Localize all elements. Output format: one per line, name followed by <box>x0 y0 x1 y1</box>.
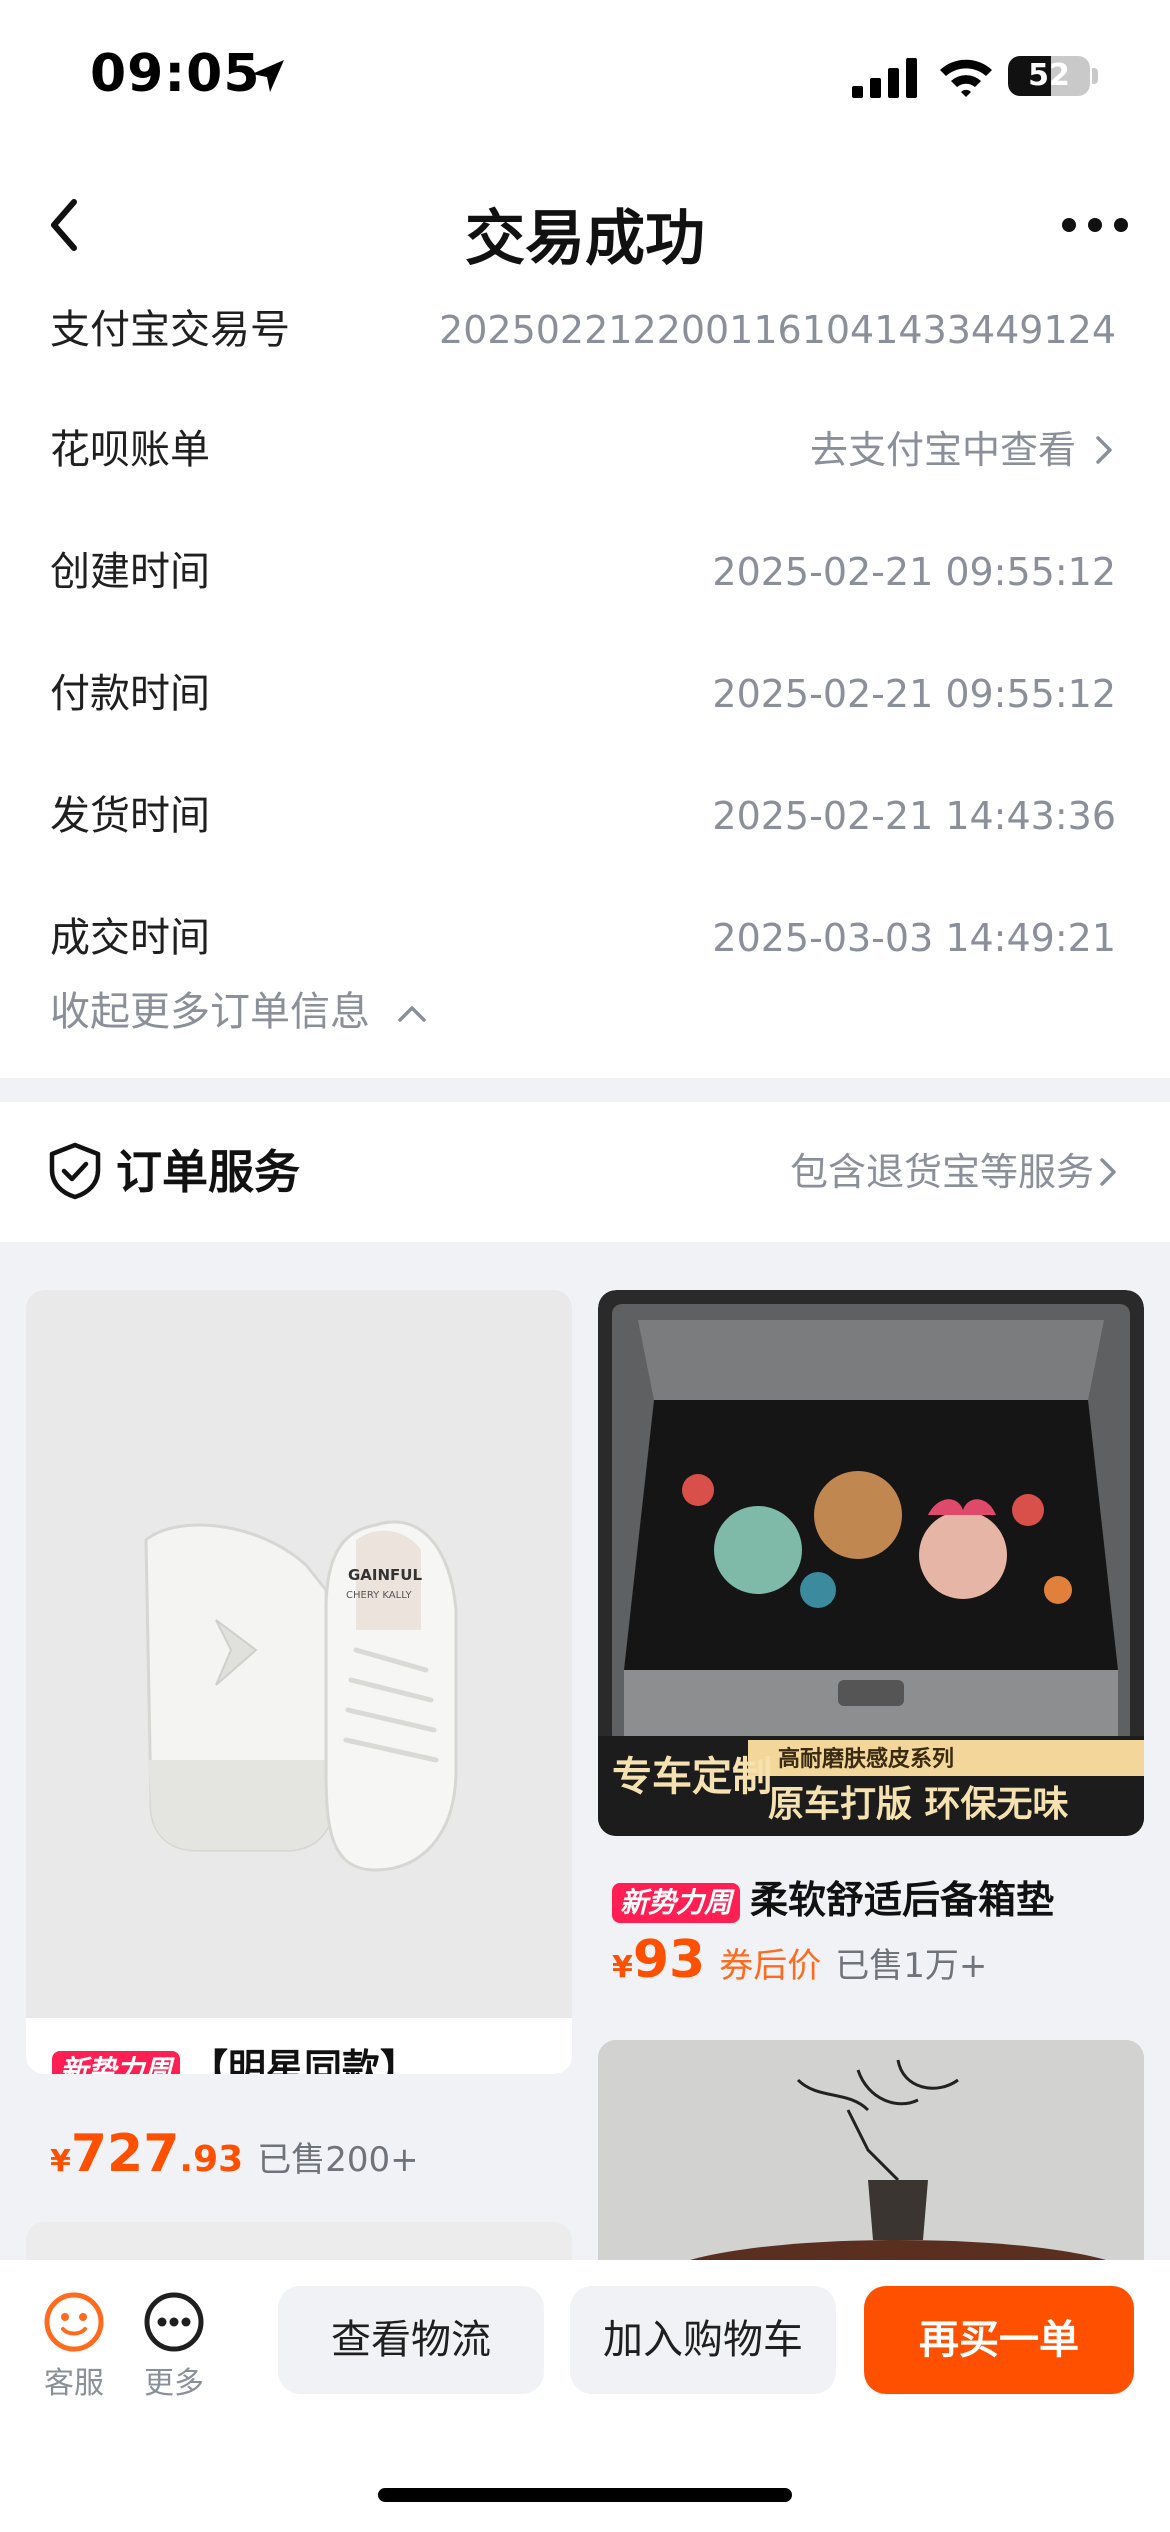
home-indicator[interactable] <box>378 2488 792 2502</box>
sold-count: 已售1万+ <box>835 1946 988 1986</box>
order-info-row-paid: 付款时间 2025-02-21 09:55:12 <box>50 664 1116 724</box>
banner-main-text: 原车打版 环保无味 <box>768 1783 1069 1825</box>
location-arrow-icon <box>252 60 284 92</box>
price-integer: 727 <box>70 2124 180 2184</box>
view-in-alipay-link[interactable]: 去支付宝中查看 <box>810 420 1076 480</box>
info-label: 发货时间 <box>50 793 210 839</box>
banner-top-text: 高耐磨肤感皮系列 <box>778 1746 954 1772</box>
customer-service-button[interactable]: 客服 <box>34 2290 114 2404</box>
info-label: 支付宝交易号 <box>50 307 290 353</box>
more-options-icon[interactable] <box>1060 210 1130 240</box>
wifi-icon <box>940 59 992 97</box>
promo-tag: 新势力周 <box>612 1882 741 1923</box>
chevron-right-icon <box>1100 1158 1116 1186</box>
currency-symbol: ¥ <box>612 1950 633 1985</box>
recommendation-feed: GAINFUL CHERY KALLY 新势力周 【明星同款】 ¥727.93 已售… <box>0 1242 1170 2260</box>
price-integer: 93 <box>632 1930 706 1990</box>
order-info-row-created: 创建时间 2025-02-21 09:55:12 <box>50 542 1116 602</box>
battery-percent: 52 <box>1028 58 1070 93</box>
shoe-brand-text: GAINFUL <box>348 1566 422 1584</box>
info-label: 花呗账单 <box>50 427 210 473</box>
info-value: 2025-03-03 14:49:21 <box>712 916 1116 960</box>
customer-service-label: 客服 <box>44 2366 104 2401</box>
product-price-row: ¥727.93 已售200+ <box>50 2124 419 2196</box>
more-label: 更多 <box>144 2366 204 2401</box>
product-price-row: ¥93 券后价 已售1万+ <box>612 1930 987 1990</box>
collapse-label: 收起更多订单信息 <box>50 989 370 1035</box>
status-bar: 09:05 52 <box>0 0 1170 150</box>
product-card-sneakers[interactable]: GAINFUL CHERY KALLY 新势力周 【明星同款】 <box>26 1290 572 2074</box>
info-label: 付款时间 <box>50 671 210 717</box>
more-dots-icon <box>144 2292 204 2352</box>
order-info-row-completed: 成交时间 2025-03-03 14:49:21 <box>50 908 1116 968</box>
more-button[interactable]: 更多 <box>134 2290 214 2404</box>
page-title: 交易成功 <box>465 204 705 274</box>
info-value: 2025-02-21 09:55:12 <box>712 672 1116 716</box>
nav-bar: 交易成功 <box>0 170 1170 280</box>
product-title: 新势力周 柔软舒适后备箱垫 <box>612 1872 1054 1928</box>
order-service-title: 订单服务 <box>116 1145 300 1199</box>
info-value: 2025-02-21 14:43:36 <box>712 794 1116 838</box>
product-name: 【明星同款】 <box>190 2046 419 2074</box>
order-info-row-trade-no: 支付宝交易号 2025022122001161041433449124 <box>50 300 1116 360</box>
currency-symbol: ¥ <box>50 2144 71 2179</box>
customer-service-icon <box>44 2292 104 2352</box>
order-info-row-shipped: 发货时间 2025-02-21 14:43:36 <box>50 786 1116 846</box>
product-name: 柔软舒适后备箱垫 <box>750 1878 1055 1922</box>
info-label: 创建时间 <box>50 549 210 595</box>
chevron-up-icon <box>397 1006 426 1022</box>
shoe-sub-text: CHERY KALLY <box>346 1590 412 1601</box>
collapse-order-info-button[interactable]: 收起更多订单信息 <box>50 982 427 1042</box>
section-divider <box>0 1078 1170 1102</box>
view-logistics-button[interactable]: 查看物流 <box>278 2286 544 2394</box>
order-info-row-huabei-bill[interactable]: 花呗账单 去支付宝中查看 <box>50 420 1116 480</box>
info-label: 成交时间 <box>50 915 210 961</box>
product-image-trunk-mat[interactable]: 高耐磨肤感皮系列 专车定制 原车打版 环保无味 <box>598 1290 1144 1836</box>
product-card-partial[interactable] <box>26 2222 572 2260</box>
price-decimal: .93 <box>179 2139 244 2180</box>
buy-again-button[interactable]: 再买一单 <box>864 2286 1134 2394</box>
status-time: 09:05 <box>90 44 261 104</box>
order-service-desc: 包含退货宝等服务 <box>789 1150 1094 1194</box>
banner-left-text: 专车定制 <box>612 1753 772 1800</box>
product-card-trunk-mat[interactable]: 高耐磨肤感皮系列 专车定制 原车打版 环保无味 新势力周 柔软舒适后备箱垫 ¥93… <box>598 1290 1144 1990</box>
coupon-price-label: 券后价 <box>719 1946 822 1986</box>
add-to-cart-button[interactable]: 加入购物车 <box>570 2286 836 2394</box>
order-service-row[interactable]: 订单服务 包含退货宝等服务 <box>0 1102 1170 1242</box>
battery-cap <box>1092 68 1098 84</box>
sold-count: 已售200+ <box>257 2140 419 2180</box>
product-title: 新势力周 【明星同款】 <box>52 2040 418 2074</box>
info-value: 2025022122001161041433449124 <box>439 308 1116 352</box>
chevron-right-icon <box>1096 436 1112 464</box>
battery-indicator: 52 <box>1008 56 1090 96</box>
shield-check-icon <box>49 1142 101 1200</box>
product-image-sneakers[interactable]: GAINFUL CHERY KALLY <box>26 1290 572 2018</box>
info-value: 2025-02-21 09:55:12 <box>712 550 1116 594</box>
product-card-partial-decor[interactable] <box>598 2040 1144 2260</box>
cellular-signal-icon <box>852 58 917 98</box>
promo-tag: 新势力周 <box>52 2050 181 2074</box>
product-image-decor[interactable] <box>598 2040 1144 2260</box>
